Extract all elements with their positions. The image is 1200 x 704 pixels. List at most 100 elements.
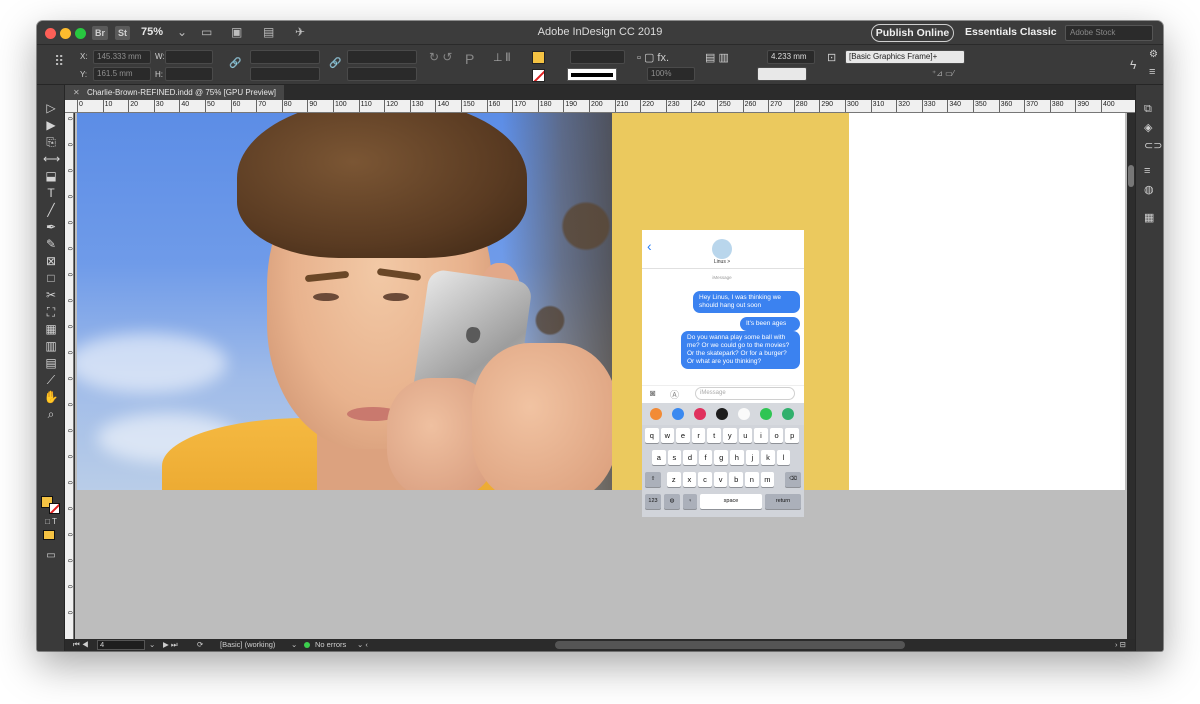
scale-y-field[interactable] [250,67,320,81]
gap-tool-icon[interactable]: ⟷ [43,152,60,166]
pen-tool-icon[interactable]: ✒ [43,220,59,234]
vertical-scrollbar[interactable] [1127,113,1135,639]
quick-apply-icon[interactable]: ϟ [1130,58,1136,72]
document-tab-title: Charlie-Brown-REFINED.indd @ 75% [GPU Pr… [86,88,277,97]
stroke-weight-select[interactable] [570,50,625,64]
cc-libraries-icon[interactable]: ▦ [1144,211,1154,224]
h-field[interactable] [165,67,213,81]
bridge-button[interactable]: Br [92,26,109,40]
arrange-documents-icon[interactable]: ▤ [263,25,274,39]
view-options-icon[interactable]: ▭ [201,25,212,39]
page-menu-icon[interactable]: ⌄ [149,640,155,650]
content-collector-icon[interactable]: ⬓ [43,169,59,183]
pages-panel-icon[interactable]: ⧉ [1144,103,1152,116]
status-menu-icon[interactable]: ⌄ ‹ [357,640,368,650]
gpu-performance-icon[interactable]: ✈ [295,25,305,39]
corner-options-field[interactable] [757,67,807,81]
zoom-window-button[interactable] [75,28,86,39]
zoom-tool-icon[interactable]: ⌕ [43,407,59,422]
reference-point-icon[interactable]: ⠿ [54,53,64,70]
scissors-tool-icon[interactable]: ✂ [43,288,59,302]
fitting-icon[interactable]: ▤ ▥ [705,51,729,64]
text-frame-options-icon[interactable]: ▫ ▢ fx. [637,51,669,64]
minimize-window-button[interactable] [60,28,71,39]
stroke-swatch[interactable] [532,69,545,82]
cloud [77,333,227,393]
line-tool-icon[interactable]: ╱ [43,203,59,217]
rectangle-tool-icon[interactable]: □ [43,271,59,285]
align-icon[interactable]: ⊥ ⫴ [493,51,510,65]
stock-button[interactable]: St [115,26,130,40]
stroke-color-box[interactable] [49,503,60,514]
screen-mode-tool-icon[interactable]: ▭ [43,550,59,561]
ruler-label: 240 [693,101,706,108]
gradient-tool-icon[interactable]: ▦ [43,322,59,336]
horizontal-ruler[interactable]: 0 10 20 30 40 50 60 70 80 90 100 110 120 130 140 150 160… [65,100,1135,113]
swatches-panel-icon[interactable]: ◍ [1144,183,1154,196]
rectangle-frame-tool-icon[interactable]: ⊠ [43,254,59,268]
chevron-down-icon[interactable]: ⌄ [177,25,187,39]
apply-color-button[interactable] [43,530,55,540]
pencil-tool-icon[interactable]: ✎ [43,237,59,251]
note-tool-icon[interactable]: ▤ [43,356,59,370]
screen-mode-icon[interactable]: ▣ [231,25,242,39]
imessage-mockup[interactable]: ‹ Linus > iMessage Hey Linus, I was thin… [642,230,804,517]
horizontal-scrollbar[interactable] [555,641,905,649]
stroke-weight-field[interactable]: 4.233 mm [767,50,815,64]
ruler-tick [1075,100,1077,112]
vertical-ruler[interactable]: 0 0 0 0 0 0 0 0 0 0 0 0 0 0 0 0 0 0 0 0 [65,113,74,639]
free-transform-tool-icon[interactable]: ⛶ [43,305,59,320]
direct-selection-tool-icon[interactable]: ▶ [43,118,59,132]
spread-photo-frame[interactable] [77,113,612,490]
next-page-icon[interactable]: ▶ ⏭ [163,640,178,650]
key-y: y [723,428,737,443]
w-field[interactable] [165,50,213,64]
scale-x-field[interactable] [250,50,320,64]
y-field[interactable]: 161.5 mm [93,67,151,81]
scroll-thumb[interactable] [1128,165,1134,187]
first-page-icon[interactable]: ⏮ ◀ [73,640,89,650]
workspace-switcher[interactable]: Essentials Classic [965,26,1057,38]
object-style-select[interactable]: [Basic Graphics Frame]+ [845,50,965,64]
opacity-field[interactable]: 100% [647,67,695,81]
photos-app-icon [650,408,662,420]
preflight-profile[interactable]: [Basic] (working) [220,640,275,650]
chevron-down-icon[interactable]: ⌄ [291,640,297,650]
constrain-scale-icon[interactable]: 🔗 [329,58,341,69]
ruler-label: 210 [616,101,629,108]
ruler-tick [358,100,360,112]
gear-icon[interactable]: ⚙ [1149,49,1158,60]
document-tab[interactable]: ✕ Charlie-Brown-REFINED.indd @ 75% [GPU … [65,85,285,100]
fill-swatch[interactable] [532,51,545,64]
stroke-panel-icon[interactable]: ≡ [1144,165,1150,177]
type-tool-icon[interactable]: T [43,186,59,200]
preflight-icon[interactable]: ⟳ [197,640,203,650]
stroke-type-select[interactable] [567,68,617,81]
publish-online-button[interactable]: Publish Online [871,24,954,42]
clear-overrides-icon[interactable]: ⁺⊿ ▭⁄ [932,69,954,78]
rotation-angle-field[interactable] [347,50,417,64]
rotate-icon[interactable]: ↻ ↺ [429,50,452,64]
page-number-field[interactable]: 4 [97,640,145,650]
hand-tool-icon[interactable]: ✋ [43,390,59,404]
panel-menu-icon[interactable]: ≡ [1149,66,1155,78]
ruler-label: 0 [66,195,72,199]
eyedropper-tool-icon[interactable]: ⟋ [43,373,59,388]
adobe-stock-search[interactable]: Adobe Stock [1065,25,1153,41]
gradient-feather-tool-icon[interactable]: ▥ [43,339,59,353]
zoom-level[interactable]: 75% [141,26,163,38]
layers-panel-icon[interactable]: ◈ [1144,121,1152,134]
shear-angle-field[interactable] [347,67,417,81]
blank-page[interactable] [849,113,1125,490]
paragraph-icon[interactable]: P [465,51,474,67]
format-container-icon[interactable]: □ T [43,517,59,526]
selection-tool-icon[interactable]: ▷ [43,101,59,115]
links-panel-icon[interactable]: ⊂⊃ [1144,139,1162,152]
split-window-icon[interactable]: › ⊟ [1115,640,1126,650]
page-tool-icon[interactable]: ⎘ [43,135,59,150]
close-tab-icon[interactable]: ✕ [73,88,80,97]
constrain-proportions-icon[interactable]: 🔗 [229,58,241,69]
close-window-button[interactable] [45,28,56,39]
x-field[interactable]: 145.333 mm [93,50,151,64]
ruler-tick [409,100,411,112]
